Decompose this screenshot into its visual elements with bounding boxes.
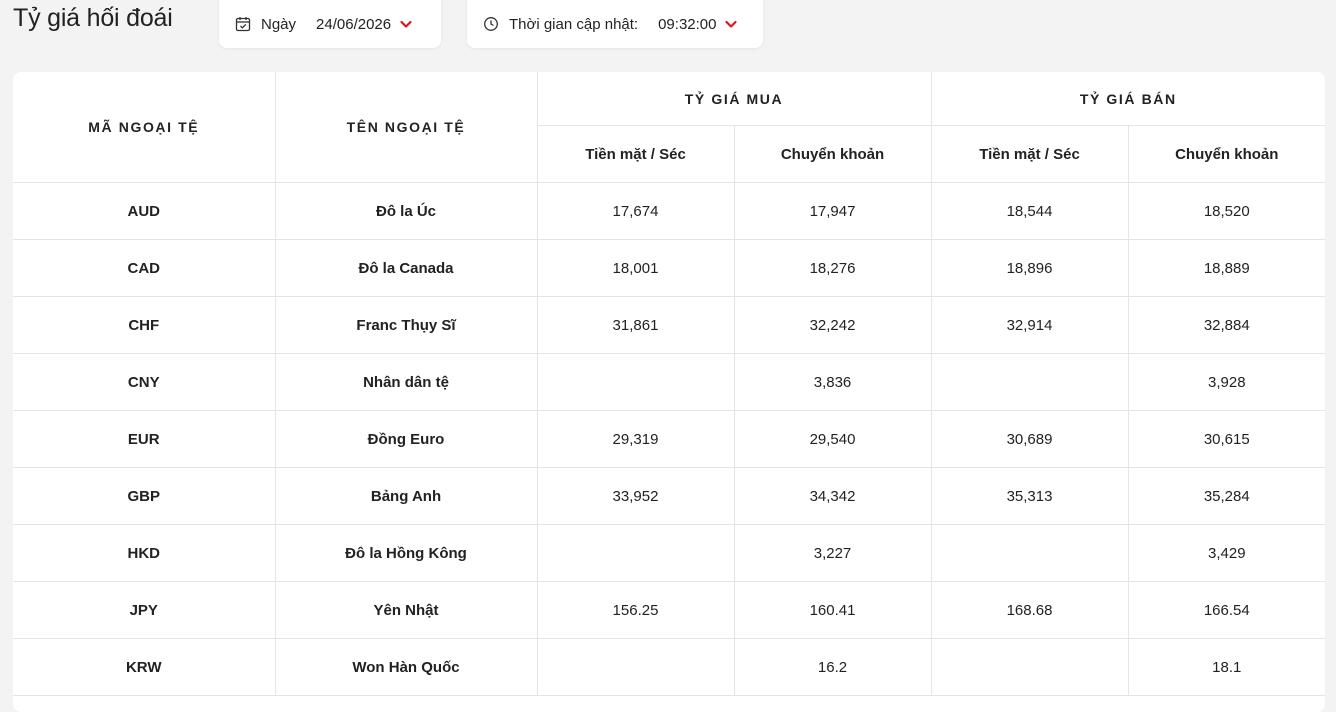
header-buy-transfer: Chuyển khoản [734,125,932,183]
sell-transfer-rate: 18,889 [1128,239,1325,297]
buy-cash-rate: 18,001 [537,239,735,297]
table-row: AUD Đô la Úc 17,674 17,947 18,544 18,520 [13,182,1325,240]
buy-cash-rate [537,524,735,582]
buy-transfer-rate: 32,242 [734,296,932,354]
page-title: Tỷ giá hối đoái [13,4,173,32]
buy-transfer-rate: 34,342 [734,467,932,525]
buy-cash-rate [537,638,735,696]
sell-transfer-rate: 32,884 [1128,296,1325,354]
chevron-down-icon[interactable] [399,17,413,31]
table-row: CNY Nhân dân tệ 3,836 3,928 [13,353,1325,411]
buy-cash-rate: 156.25 [537,581,735,639]
currency-code: CNY [13,353,276,411]
table-row: CAD Đô la Canada 18,001 18,276 18,896 18… [13,239,1325,297]
currency-name: Yên Nhật [275,581,538,639]
date-label: Ngày [261,15,297,33]
table-row: HKD Đô la Hồng Kông 3,227 3,429 [13,524,1325,582]
table-row: GBP Bảng Anh 33,952 34,342 35,313 35,284 [13,467,1325,525]
header-sell-cash: Tiền mặt / Séc [931,125,1129,183]
sell-cash-rate: 32,914 [931,296,1129,354]
currency-name: Đô la Úc [275,182,538,240]
sell-cash-rate [931,524,1129,582]
header-sell-rate: TỶ GIÁ BÁN [931,72,1325,126]
currency-code: GBP [13,467,276,525]
header-buy-rate: TỶ GIÁ MUA [537,72,932,126]
buy-transfer-rate: 3,227 [734,524,932,582]
exchange-rate-table: MÃ NGOẠI TỆ TÊN NGOẠI TỆ TỶ GIÁ MUA TỶ G… [13,72,1325,696]
header-sell-transfer: Chuyển khoản [1128,125,1325,183]
sell-cash-rate: 18,544 [931,182,1129,240]
currency-code: HKD [13,524,276,582]
exchange-rate-table-card: MÃ NGOẠI TỆ TÊN NGOẠI TỆ TỶ GIÁ MUA TỶ G… [13,72,1325,712]
currency-name: Đô la Canada [275,239,538,297]
date-filter[interactable]: Ngày 24/06/2026 [219,0,441,48]
buy-cash-rate: 31,861 [537,296,735,354]
chevron-down-icon[interactable] [724,17,738,31]
header-buy-cash: Tiền mặt / Séc [537,125,735,183]
update-time-value[interactable]: 09:32:00 [658,16,716,33]
buy-transfer-rate: 16.2 [734,638,932,696]
clock-icon [483,16,499,32]
table-row: EUR Đồng Euro 29,319 29,540 30,689 30,61… [13,410,1325,468]
sell-transfer-rate: 166.54 [1128,581,1325,639]
sell-cash-rate: 168.68 [931,581,1129,639]
currency-code: JPY [13,581,276,639]
table-row: KRW Won Hàn Quốc 16.2 18.1 [13,638,1325,696]
sell-cash-rate: 35,313 [931,467,1129,525]
buy-cash-rate [537,353,735,411]
sell-cash-rate [931,353,1129,411]
sell-cash-rate: 30,689 [931,410,1129,468]
buy-transfer-rate: 18,276 [734,239,932,297]
date-value[interactable]: 24/06/2026 [316,16,391,33]
table-row: CHF Franc Thụy Sĩ 31,861 32,242 32,914 3… [13,296,1325,354]
currency-name: Franc Thụy Sĩ [275,296,538,354]
buy-cash-rate: 17,674 [537,182,735,240]
header-currency-code: MÃ NGOẠI TỆ [13,72,276,183]
sell-transfer-rate: 18,520 [1128,182,1325,240]
currency-name: Bảng Anh [275,467,538,525]
buy-transfer-rate: 17,947 [734,182,932,240]
update-time-label: Thời gian cập nhật: [509,15,639,33]
sell-transfer-rate: 35,284 [1128,467,1325,525]
currency-code: EUR [13,410,276,468]
buy-transfer-rate: 29,540 [734,410,932,468]
currency-name: Nhân dân tệ [275,353,538,411]
currency-name: Đô la Hồng Kông [275,524,538,582]
currency-code: KRW [13,638,276,696]
currency-name: Won Hàn Quốc [275,638,538,696]
sell-transfer-rate: 3,928 [1128,353,1325,411]
currency-code: CHF [13,296,276,354]
calendar-check-icon [235,16,251,32]
sell-transfer-rate: 18.1 [1128,638,1325,696]
sell-transfer-rate: 3,429 [1128,524,1325,582]
currency-code: AUD [13,182,276,240]
currency-code: CAD [13,239,276,297]
sell-cash-rate [931,638,1129,696]
buy-transfer-rate: 3,836 [734,353,932,411]
table-row: JPY Yên Nhật 156.25 160.41 168.68 166.54 [13,581,1325,639]
sell-cash-rate: 18,896 [931,239,1129,297]
buy-transfer-rate: 160.41 [734,581,932,639]
header-currency-name: TÊN NGOẠI TỆ [275,72,538,183]
currency-name: Đồng Euro [275,410,538,468]
buy-cash-rate: 29,319 [537,410,735,468]
update-time-filter[interactable]: Thời gian cập nhật: 09:32:00 [467,0,763,48]
sell-transfer-rate: 30,615 [1128,410,1325,468]
buy-cash-rate: 33,952 [537,467,735,525]
